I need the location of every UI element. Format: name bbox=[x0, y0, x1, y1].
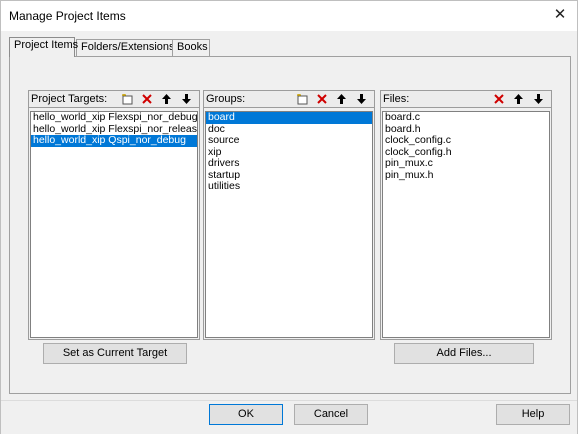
cancel-button[interactable]: Cancel bbox=[294, 404, 368, 425]
files-list[interactable]: board.c board.h clock_config.c clock_con… bbox=[382, 111, 550, 338]
list-item[interactable]: pin_mux.h bbox=[383, 169, 549, 182]
move-down-target-icon[interactable] bbox=[178, 91, 195, 107]
files-group: Files: board.c board.h clock_config.c cl… bbox=[380, 90, 552, 340]
tab-books[interactable]: Books bbox=[172, 39, 210, 56]
delete-file-icon[interactable] bbox=[490, 91, 507, 107]
dialog-footer bbox=[1, 400, 577, 434]
list-item[interactable]: board.c bbox=[383, 112, 549, 124]
list-item[interactable]: clock_config.c bbox=[383, 134, 549, 147]
move-up-group-icon[interactable] bbox=[333, 91, 350, 107]
files-label: Files: bbox=[383, 93, 410, 105]
groups-label: Groups: bbox=[206, 93, 246, 105]
list-item[interactable]: hello_world_xip Flexspi_nor_debug bbox=[31, 112, 197, 124]
move-up-file-icon[interactable] bbox=[510, 91, 527, 107]
groups-group: Groups: board doc source xip drivers sta… bbox=[203, 90, 375, 340]
title-bar: Manage Project Items ✕ bbox=[1, 1, 577, 31]
new-target-icon[interactable] bbox=[119, 91, 136, 107]
close-icon[interactable]: ✕ bbox=[549, 5, 571, 25]
tab-project-items[interactable]: Project Items bbox=[9, 37, 78, 57]
groups-header: Groups: bbox=[204, 91, 374, 108]
project-items-panel: Project Targets: hello_world_xip Flexspi… bbox=[9, 56, 571, 394]
list-item[interactable]: pin_mux.c bbox=[383, 157, 549, 170]
project-targets-group: Project Targets: hello_world_xip Flexspi… bbox=[28, 90, 200, 340]
list-item[interactable]: utilities bbox=[206, 180, 372, 193]
list-item[interactable]: hello_world_xip Qspi_nor_debug bbox=[31, 134, 197, 147]
window-title: Manage Project Items bbox=[9, 9, 126, 23]
project-targets-header: Project Targets: bbox=[29, 91, 199, 108]
list-item[interactable]: source bbox=[206, 134, 372, 147]
move-up-target-icon[interactable] bbox=[158, 91, 175, 107]
help-button[interactable]: Help bbox=[496, 404, 570, 425]
project-targets-list[interactable]: hello_world_xip Flexspi_nor_debug hello_… bbox=[30, 111, 198, 338]
files-header: Files: bbox=[381, 91, 551, 108]
new-group-icon[interactable] bbox=[294, 91, 311, 107]
project-targets-label: Project Targets: bbox=[31, 93, 108, 105]
set-as-current-target-button[interactable]: Set as Current Target bbox=[43, 343, 187, 364]
list-item[interactable]: board bbox=[206, 112, 372, 124]
manage-project-items-dialog: Manage Project Items ✕ Project Items Fol… bbox=[0, 0, 578, 434]
list-item[interactable]: drivers bbox=[206, 157, 372, 170]
groups-list[interactable]: board doc source xip drivers startup uti… bbox=[205, 111, 373, 338]
move-down-file-icon[interactable] bbox=[530, 91, 547, 107]
add-files-button[interactable]: Add Files... bbox=[394, 343, 534, 364]
tab-folders-extensions[interactable]: Folders/Extensions bbox=[76, 39, 175, 56]
move-down-group-icon[interactable] bbox=[353, 91, 370, 107]
ok-button[interactable]: OK bbox=[209, 404, 283, 425]
delete-target-icon[interactable] bbox=[138, 91, 155, 107]
delete-group-icon[interactable] bbox=[313, 91, 330, 107]
